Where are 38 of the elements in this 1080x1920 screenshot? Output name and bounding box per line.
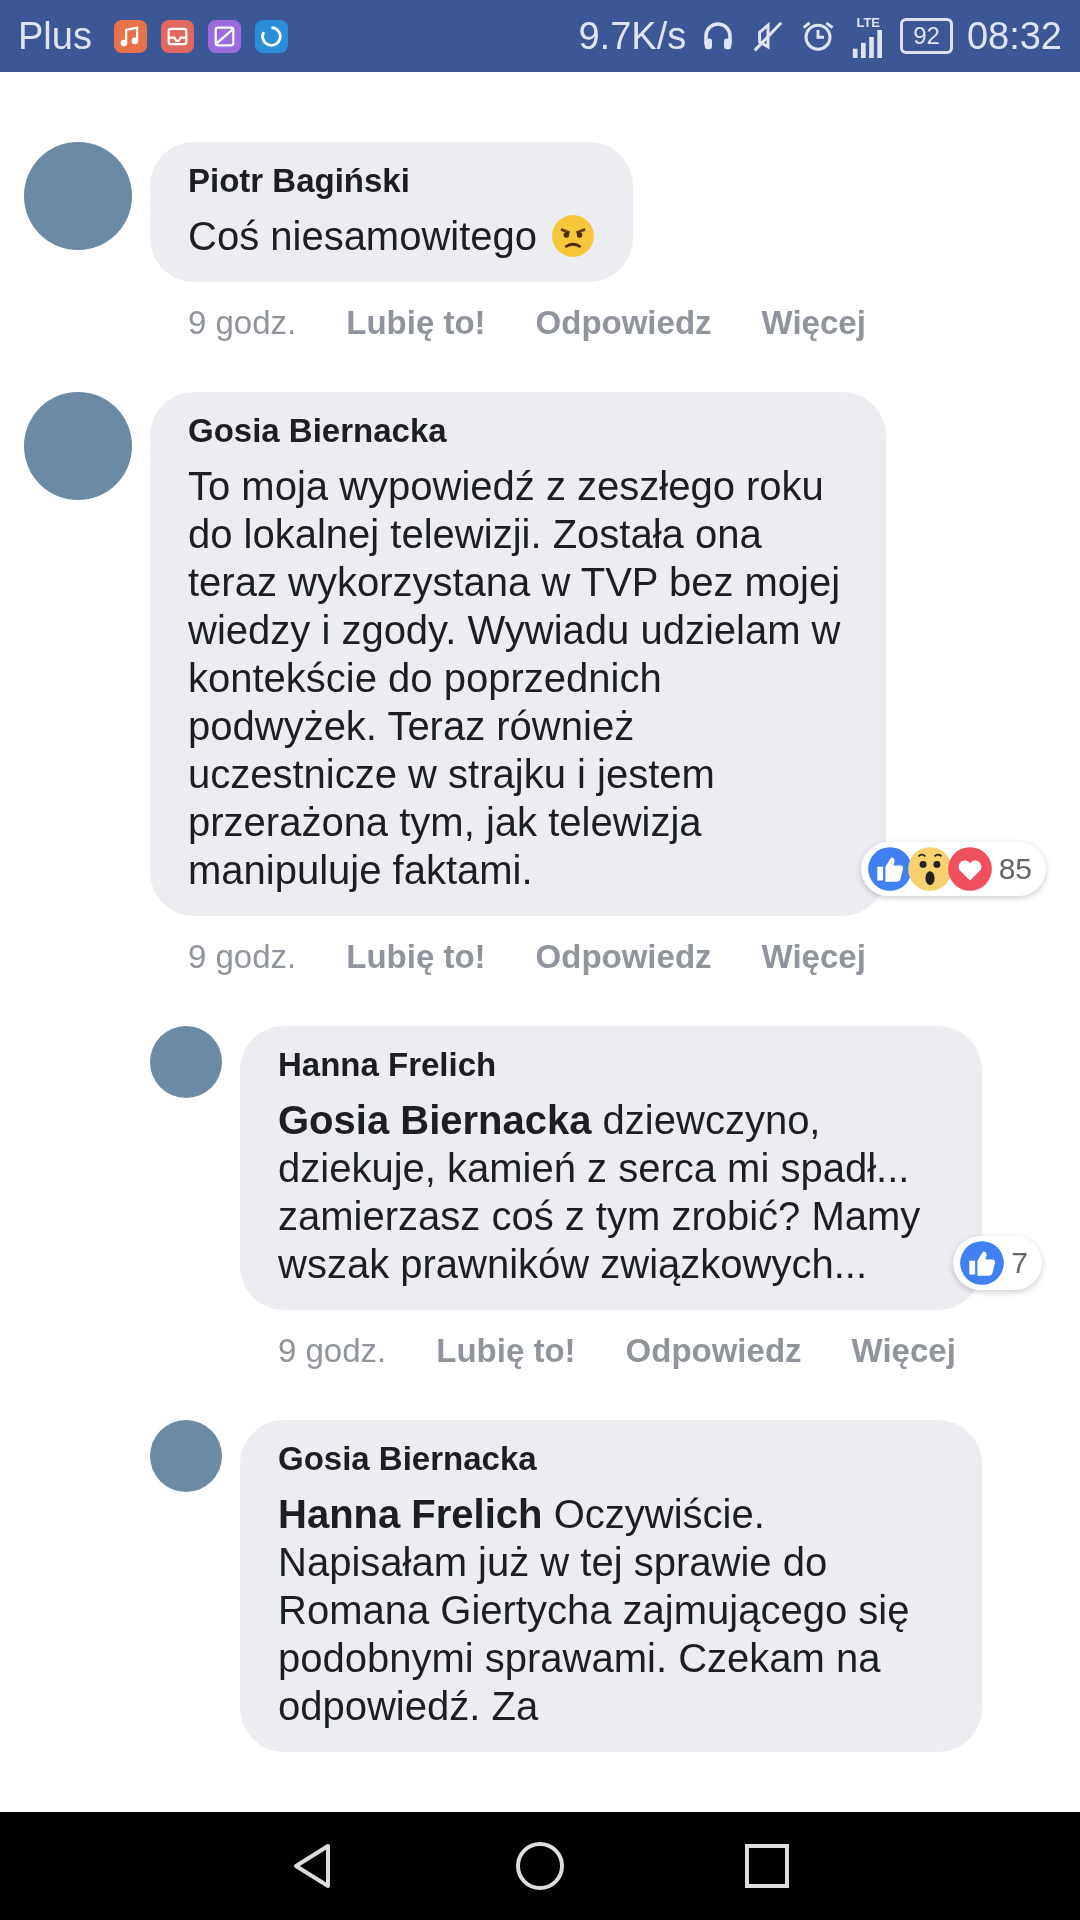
author-name[interactable]: Hanna Frelich [278,1046,944,1084]
reactions-badge[interactable]: 7 [953,1236,1042,1290]
reaction-count: 7 [1011,1246,1028,1280]
reactions-badge[interactable]: 85 [860,842,1046,896]
inbox-app-icon [160,19,194,53]
comment-action-link[interactable]: Odpowiedz [535,304,712,342]
comment-time: 9 godz. [188,304,297,342]
comment-action-link[interactable]: Więcej [761,938,866,976]
comment-text: Hanna Frelich Oczywiście. Napisałam już w tej sprawie do Romana Giertycha zajmującego się podobnymi sprawami. Czekam na odpowiedź. Za [278,1491,911,1730]
author-name[interactable]: Gosia Biernacka [188,412,848,450]
comment-text: Gosia Biernacka dziewczyno, dziekuje, kamień z serca mi spadł... zamierzasz coś z tym zrobić? Mamy wszak prawników związkowych... [278,1097,922,1288]
home-icon[interactable] [515,1841,565,1891]
thumbs-up-icon [866,846,913,892]
comment-text: Coś niesamowitego [188,213,538,260]
comment-action-link[interactable]: Lubię to! [436,1332,576,1370]
comment-text: To moja wypowiedź z zeszłego roku do lokalnej telewizji. Została ona teraz wykorzystana w TVP bez mojej wiedzy i zgody. Wywiadu udzielam w kontekście do poprzednich podwyżek. Teraz również uczestnicze w strajku i jestem przerażona tym, jak telewizja manipuluje faktami. [188,463,842,894]
gallery-app-icon [207,19,241,53]
comment-action-link[interactable]: Więcej [761,304,866,342]
comment-action-link[interactable]: Odpowiedz [535,938,712,976]
comment-time: 9 godz. [188,938,297,976]
clock: 08:32 [966,14,1062,58]
reaction-count: 85 [998,852,1032,886]
music-app-icon [113,19,147,53]
author-name[interactable]: Gosia Biernacka [278,1440,944,1478]
surprised-face-icon [906,846,953,892]
comment-action-link[interactable]: Odpowiedz [625,1332,802,1370]
author-name[interactable]: Piotr Bagiński [188,162,596,200]
comment-action-link[interactable]: Lubię to! [346,938,486,976]
carrier-name: Plus [18,14,92,58]
network-speed: 9.7K/s [578,14,687,58]
circle-app-icon [254,19,288,53]
angry-face-icon [551,214,596,258]
comment-time: 9 godz. [278,1332,387,1370]
comment-action-link[interactable]: Lubię to! [346,304,486,342]
thumbs-up-icon [959,1240,1006,1286]
comment-action-link[interactable]: Więcej [851,1332,956,1370]
network-type: LTE [856,14,880,30]
battery-level: 92 [900,18,953,54]
